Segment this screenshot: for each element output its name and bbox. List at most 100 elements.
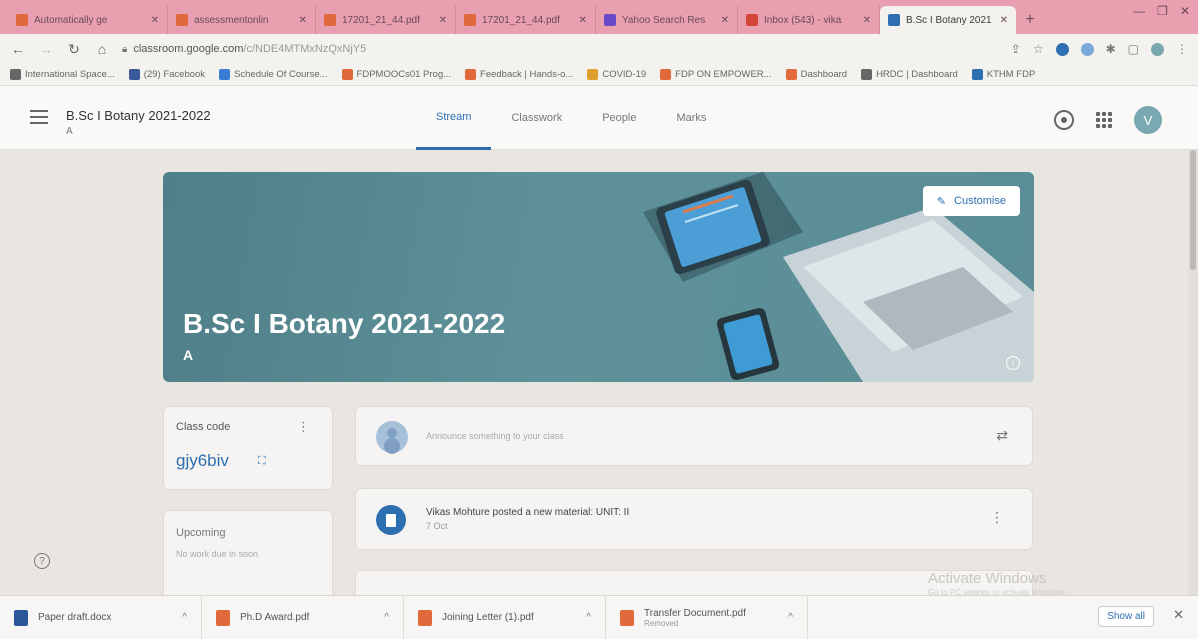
bookmark-item[interactable]: (29) Facebook: [128, 69, 206, 80]
home-icon[interactable]: ⌂: [94, 41, 110, 57]
extension-icon[interactable]: [1080, 42, 1094, 56]
tab-title: B.Sc I Botany 2021: [906, 14, 992, 26]
share-icon[interactable]: ⇪: [1011, 42, 1021, 56]
header-actions: V: [1054, 106, 1162, 134]
upcoming-text: No work due in soon: [176, 549, 259, 559]
minimize-icon[interactable]: —: [1133, 4, 1145, 18]
download-item[interactable]: Ph.D Award.pdf ^: [202, 595, 404, 639]
pdf-icon: [176, 14, 188, 26]
gear-icon[interactable]: [1054, 110, 1074, 130]
kebab-menu-icon[interactable]: ⋮: [1176, 42, 1188, 56]
sheet-icon: [219, 69, 231, 80]
more-options-icon[interactable]: ⋮: [297, 419, 310, 435]
browser-tab[interactable]: 17201_21_44.pdf ✕: [456, 6, 596, 34]
puzzle-icon[interactable]: ✱: [1106, 42, 1116, 56]
close-icon[interactable]: ✕: [721, 15, 729, 26]
browser-tab[interactable]: 17201_21_44.pdf ✕: [316, 6, 456, 34]
star-icon[interactable]: ☆: [1033, 42, 1044, 56]
close-icon[interactable]: ✕: [1173, 607, 1184, 623]
tab-people[interactable]: People: [582, 86, 656, 150]
browser-tab[interactable]: assessmentonlin ✕: [168, 6, 316, 34]
tab-classwork[interactable]: Classwork: [491, 86, 582, 150]
post-date: 7 Oct: [426, 521, 448, 531]
new-tab-button[interactable]: +: [1016, 6, 1044, 34]
back-icon[interactable]: ←: [10, 41, 26, 57]
bookmark-item[interactable]: Feedback | Hands-o...: [465, 69, 573, 80]
apps-grid-icon[interactable]: [1096, 112, 1112, 128]
close-icon[interactable]: ✕: [1000, 15, 1008, 26]
more-options-icon[interactable]: ⋮: [990, 509, 1004, 526]
address-bar[interactable]: 🔒︎ classroom.google.com/c/NDE4MTMxNzQxNj…: [122, 38, 999, 60]
chevron-up-icon[interactable]: ^: [384, 612, 389, 623]
browser-tab[interactable]: Yahoo Search Res ✕: [596, 6, 738, 34]
lock-icon: 🔒︎: [122, 43, 128, 55]
customise-button[interactable]: ✎ Customise: [922, 186, 1020, 216]
scroll-thumb[interactable]: [1190, 150, 1196, 270]
profile-icon[interactable]: [1151, 42, 1164, 56]
download-item[interactable]: Paper draft.docx ^: [0, 595, 202, 639]
word-doc-icon: [14, 609, 28, 626]
fullscreen-icon[interactable]: ⛶: [258, 455, 266, 468]
avatar[interactable]: V: [1134, 106, 1162, 134]
close-icon[interactable]: ✕: [299, 15, 307, 26]
info-icon[interactable]: i: [1006, 356, 1020, 370]
tab-marks[interactable]: Marks: [656, 86, 726, 150]
restore-icon[interactable]: ❐: [1157, 4, 1168, 18]
bookmark-item[interactable]: HRDC | Dashboard: [861, 69, 958, 80]
download-name: Transfer Document.pdf: [644, 607, 746, 619]
post-title[interactable]: Vikas Mohture posted a new material: UNI…: [426, 507, 629, 518]
chevron-up-icon[interactable]: ^: [182, 612, 187, 623]
class-banner: ✎ Customise B.Sc I Botany 2021-2022 A i: [163, 172, 1034, 382]
forward-icon[interactable]: →: [38, 41, 54, 57]
banner-section: A: [183, 347, 194, 363]
class-name[interactable]: B.Sc I Botany 2021-2022: [66, 108, 211, 123]
downloads-bar: Paper draft.docx ^ Ph.D Award.pdf ^ Join…: [0, 595, 1198, 639]
pencil-icon: ✎: [936, 195, 947, 208]
chevron-up-icon[interactable]: ^: [788, 612, 793, 623]
bookmark-item[interactable]: International Space...: [10, 69, 115, 80]
browser-tab[interactable]: Inbox (543) - vika ✕: [738, 6, 880, 34]
show-all-button[interactable]: Show all: [1098, 606, 1154, 627]
stream-post[interactable]: Vikas Mohture posted a new material: UNI…: [355, 488, 1033, 550]
stream-page: ✎ Customise B.Sc I Botany 2021-2022 A i …: [0, 150, 1198, 610]
classroom-icon: [888, 14, 900, 26]
reload-icon[interactable]: ↻: [66, 41, 82, 58]
calendar-icon: [971, 69, 983, 80]
bookmark-item[interactable]: Schedule Of Course...: [219, 69, 328, 80]
download-item[interactable]: Transfer Document.pdf Removed ^: [606, 595, 808, 639]
tab-title: 17201_21_44.pdf: [482, 14, 560, 26]
user-avatar-icon: [376, 421, 408, 453]
browser-tab-active[interactable]: B.Sc I Botany 2021 ✕: [880, 6, 1016, 34]
tab-stream[interactable]: Stream: [416, 86, 492, 150]
bookmark-item[interactable]: KTHM FDP: [971, 69, 1035, 80]
sidepanel-icon[interactable]: ▢: [1128, 42, 1139, 56]
bookmark-label: International Space...: [25, 69, 115, 80]
announce-box[interactable]: Announce something to your class ⇄: [355, 406, 1033, 466]
close-window-icon[interactable]: ✕: [1180, 4, 1190, 18]
download-item[interactable]: Joining Letter (1).pdf ^: [404, 595, 606, 639]
close-icon[interactable]: ✕: [863, 15, 871, 26]
bookmark-label: (29) Facebook: [143, 69, 206, 80]
bookmark-label: FDP ON EMPOWER...: [675, 69, 772, 80]
announce-placeholder[interactable]: Announce something to your class: [426, 431, 564, 441]
repost-icon[interactable]: ⇄: [996, 427, 1008, 444]
tab-title: Inbox (543) - vika: [764, 14, 842, 26]
download-name: Ph.D Award.pdf: [240, 612, 310, 623]
browser-tab[interactable]: Automatically ge ✕: [8, 6, 168, 34]
bookmark-item[interactable]: FDPMOOCs01 Prog...: [341, 69, 451, 80]
bookmark-item[interactable]: FDP ON EMPOWER...: [660, 69, 772, 80]
site-icon: [341, 69, 353, 80]
extension-icon[interactable]: [1055, 42, 1069, 56]
download-status: Removed: [644, 618, 679, 628]
scrollbar[interactable]: [1188, 150, 1198, 595]
chevron-up-icon[interactable]: ^: [586, 612, 591, 623]
close-icon[interactable]: ✕: [579, 15, 587, 26]
close-icon[interactable]: ✕: [439, 15, 447, 26]
main-menu-icon[interactable]: [30, 110, 48, 128]
pdf-icon: [16, 14, 28, 26]
bookmark-item[interactable]: COVID-19: [587, 69, 646, 80]
close-icon[interactable]: ✕: [151, 15, 159, 26]
tab-title: Automatically ge: [34, 14, 108, 26]
help-icon[interactable]: ?: [34, 553, 50, 569]
bookmark-item[interactable]: Dashboard: [785, 69, 847, 80]
